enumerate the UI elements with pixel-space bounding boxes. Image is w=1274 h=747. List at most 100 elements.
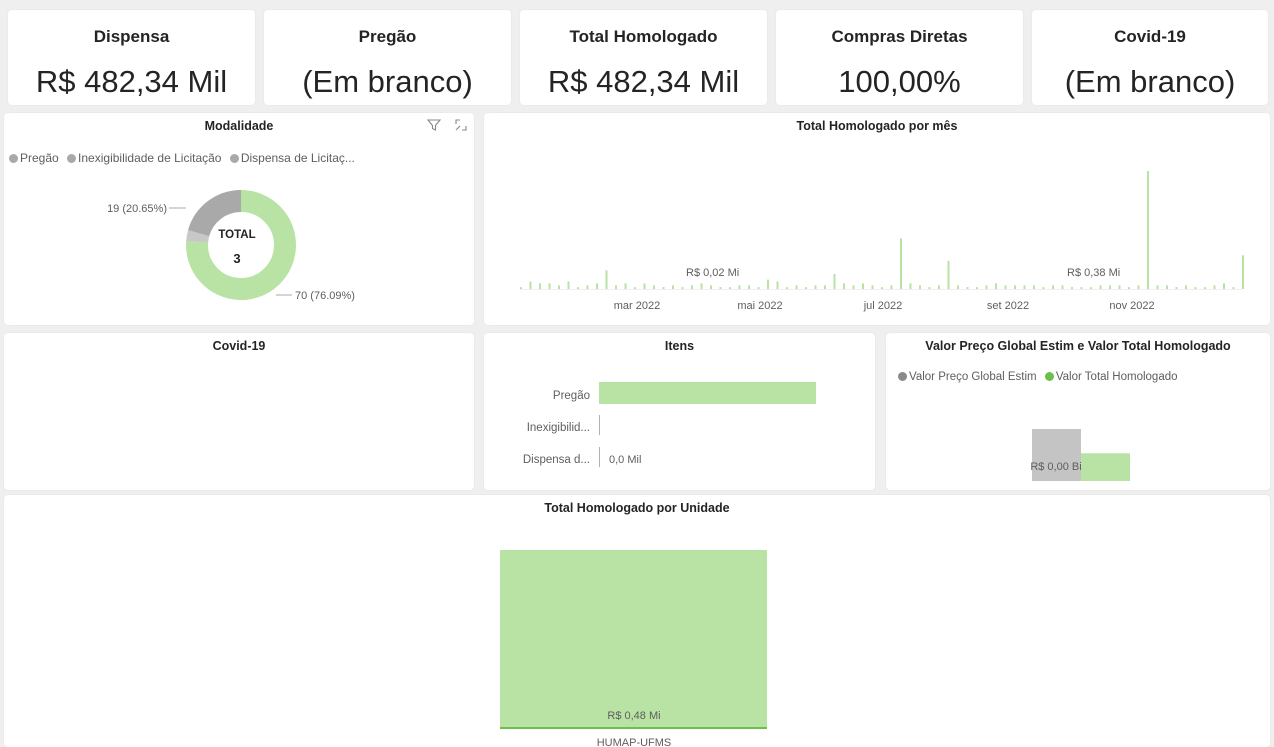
monthly-bar [1185,285,1187,289]
monthly-bar [529,281,532,289]
monthly-bar [1128,287,1130,289]
unidade-bar-chart: R$ 0,48 Mi HUMAP-UFMS [500,550,767,747]
data-label: R$ 0,48 Mi [607,710,660,722]
monthly-bar [928,287,931,289]
monthly-bar [833,274,836,289]
monthly-bar [624,283,627,289]
monthly-bar [586,285,589,289]
kpi-title: Pregão [358,27,417,46]
monthly-bar [558,285,560,289]
monthly-bar [957,285,959,289]
category-label: Pregão [553,390,590,402]
monthly-bar [1118,285,1121,289]
monthly-bar [1223,283,1225,289]
kpi-value: 100,00% [838,64,961,99]
monthly-bar [719,287,722,289]
kpi-card-pregao[interactable]: Pregão (Em branco) [264,10,511,105]
kpi-card-compras-diretas[interactable]: Compras Diretas 100,00% [776,10,1023,105]
monthly-bar [776,281,779,289]
monthly-bar [605,270,608,289]
monthly-bar [1080,287,1083,289]
data-label: R$ 0,02 Mi [686,267,739,279]
monthly-bar [653,285,655,289]
visual-title: Covid-19 [212,339,266,353]
modalidade-visual[interactable]: Modalidade Pregão Inexigibilidade de Lic… [4,113,474,325]
valor-visual[interactable]: Valor Preço Global Estim e Valor Total H… [886,333,1270,490]
monthly-bar [548,283,551,289]
monthly-bar [1242,255,1244,289]
monthly-bar [1090,287,1092,289]
monthly-bar [1023,285,1026,289]
kpi-title: Covid-19 [1114,27,1186,46]
monthly-bar [1052,285,1054,289]
kpi-title: Total Homologado [569,27,718,46]
monthly-bar [700,283,703,289]
monthly-bar [1014,285,1016,289]
monthly-chart-visual[interactable]: Total Homologado por mês R$ 0,02 Mi R$ 0… [484,113,1270,325]
itens-visual[interactable]: Itens Pregão Inexigibilid... Dispensa d.… [484,333,875,490]
itens-bar [599,447,600,467]
kpi-card-covid[interactable]: Covid-19 (Em branco) [1032,10,1268,105]
data-label: R$ 0,38 Mi [1067,267,1120,279]
monthly-bar [691,285,693,289]
monthly-bar [890,285,893,289]
monthly-bar [1147,171,1149,289]
monthly-bar [919,285,921,289]
monthly-bar [1033,285,1035,289]
monthly-bar [843,283,845,289]
monthly-bar [729,287,731,289]
monthly-bar [985,285,988,289]
monthly-bar [539,283,541,289]
monthly-bar [1175,287,1178,289]
kpi-title: Dispensa [93,27,170,46]
monthly-bar [938,285,940,289]
monthly-bar [900,238,902,289]
kpi-value: R$ 482,34 Mil [35,64,228,99]
monthly-bar [909,283,912,289]
monthly-bar [767,279,769,289]
donut-slice [186,230,210,244]
monthly-bar [824,285,826,289]
monthly-bar [1099,285,1102,289]
x-tick: set 2022 [987,300,1029,312]
x-tick: nov 2022 [1109,300,1154,312]
valor-bar-homologado [1081,453,1130,481]
monthly-bar [1109,285,1111,289]
monthly-bar [1194,287,1197,289]
kpi-value: R$ 482,34 Mil [547,64,740,99]
monthly-bar [681,287,684,289]
monthly-bar [995,283,997,289]
monthly-bar [881,287,883,289]
monthly-bar [871,285,874,289]
monthly-bar-chart: R$ 0,02 Mi R$ 0,38 Mi mar 2022 mai 2022 … [520,171,1244,312]
monthly-bar [748,285,750,289]
x-tick: mar 2022 [614,300,660,312]
monthly-bar [1166,285,1168,289]
monthly-bar [1232,287,1235,289]
monthly-bar [577,287,579,289]
monthly-bar [1213,285,1216,289]
kpi-card-total-homologado[interactable]: Total Homologado R$ 482,34 Mil [520,10,767,105]
kpi-card-dispensa[interactable]: Dispensa R$ 482,34 Mil [8,10,255,105]
monthly-bar [1004,285,1007,289]
itens-bar-chart: Pregão Inexigibilid... Dispensa d... 0,0… [523,382,816,467]
monthly-bar [596,283,598,289]
kpi-value: (Em branco) [1064,64,1236,99]
category-label: HUMAP-UFMS [597,737,672,747]
monthly-bar [567,281,570,289]
category-label: Inexigibilid... [527,422,590,434]
covid-visual[interactable]: Covid-19 [4,333,474,490]
monthly-bar [738,285,741,289]
monthly-bar [634,287,636,289]
monthly-bar [1156,285,1159,289]
monthly-bar [662,287,665,289]
unidade-bar [500,550,767,728]
donut-center-value: 3 [233,251,240,266]
monthly-bar [795,285,798,289]
monthly-bar [966,287,969,289]
monthly-bar [862,283,864,289]
kpi-title: Compras Diretas [831,27,968,46]
x-tick: mai 2022 [737,300,782,312]
unidade-visual[interactable]: Total Homologado por Unidade R$ 0,48 Mi … [4,495,1270,747]
data-label: 0,0 Mil [609,454,641,466]
